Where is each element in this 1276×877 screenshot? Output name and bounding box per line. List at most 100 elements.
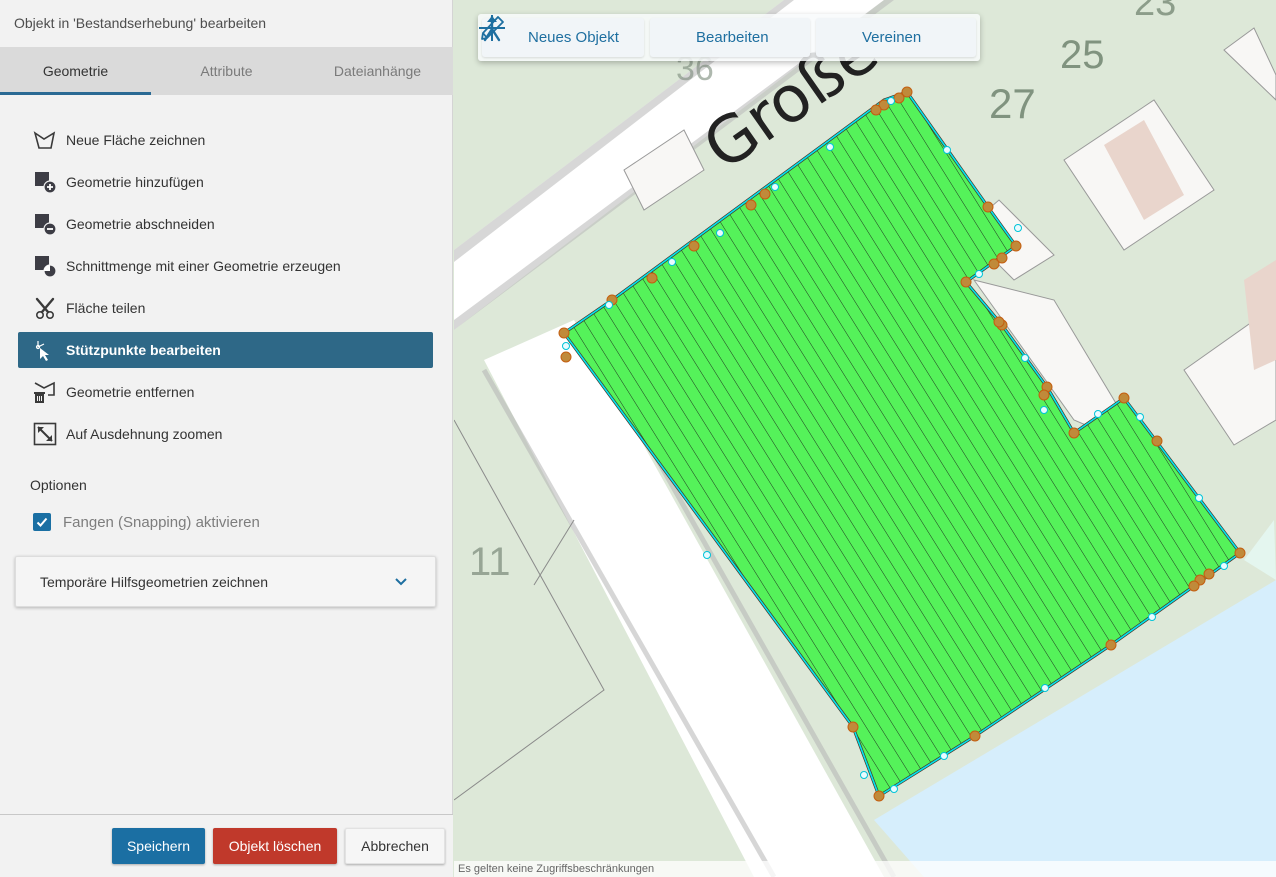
vertex-handle[interactable] [1118,392,1130,404]
midpoint-handle[interactable] [890,785,898,793]
panel-title: Objekt in 'Bestandserhebung' bearbeiten [14,15,267,31]
new-object-button[interactable]: Neues Objekt [479,15,644,57]
midpoint-handle[interactable] [860,771,868,779]
vertex-handle[interactable] [1188,580,1200,592]
midpoint-handle[interactable] [668,258,676,266]
map-edit-toolbar: Neues Objekt Bearbeiten Vereinen [478,14,980,61]
house-number: 11 [469,540,511,584]
vertex-handle[interactable] [870,104,882,116]
midpoint-handle[interactable] [826,143,834,151]
midpoint-handle[interactable] [1021,354,1029,362]
access-status-bar: Es gelten keine Zugriffsbeschränkungen [454,861,1276,877]
midpoint-handle[interactable] [703,551,711,559]
cancel-button[interactable]: Abbrechen [345,828,445,864]
helper-geometries-accordion[interactable]: Temporäre Hilfsgeometrien zeichnen [15,556,436,607]
vertex-handle[interactable] [1038,389,1050,401]
vertex-handle[interactable] [646,272,658,284]
midpoint-handle[interactable] [716,229,724,237]
vertex-handle[interactable] [558,327,570,339]
tool-label: Geometrie abschneiden [66,216,215,232]
tool-label: Stützpunkte bearbeiten [66,342,221,358]
map-canvas[interactable]: 36 25 27 23 11 Große [454,0,1276,877]
remove-geometry-icon [32,379,58,405]
midpoint-handle[interactable] [1195,494,1203,502]
midpoint-handle[interactable] [1014,224,1022,232]
tool-label: Geometrie hinzufügen [66,174,204,190]
tool-intersect-geometry[interactable]: Schnittmenge mit einer Geometrie erzeuge… [18,248,433,284]
vertex-handle[interactable] [1105,639,1117,651]
tool-label: Neue Fläche zeichnen [66,132,206,148]
zoom-extent-icon [32,421,58,447]
midpoint-handle[interactable] [975,270,983,278]
vertex-handle[interactable] [1010,240,1022,252]
save-button[interactable]: Speichern [112,828,205,864]
add-geometry-icon [32,169,58,195]
midpoint-handle[interactable] [887,97,895,105]
vertex-handle[interactable] [560,351,572,363]
tool-draw-polygon[interactable]: Neue Fläche zeichnen [18,122,433,158]
map-view[interactable]: 36 25 27 23 11 Große Neues Objekt Bearbe… [454,0,1276,877]
midpoint-handle[interactable] [1220,562,1228,570]
midpoint-handle[interactable] [1041,684,1049,692]
tool-label: Schnittmenge mit einer Geometrie erzeuge… [66,258,341,274]
house-number: 25 [1060,33,1105,77]
merge-icon [483,15,854,53]
edit-button[interactable]: Bearbeiten [481,16,810,57]
midpoint-handle[interactable] [1148,613,1156,621]
subtract-geometry-icon [32,211,58,237]
tool-zoom-extent[interactable]: Auf Ausdehnung zoomen [18,416,433,452]
draw-polygon-icon [32,127,58,153]
vertex-handle[interactable] [688,240,700,252]
tool-label: Fläche teilen [66,300,146,316]
midpoint-handle[interactable] [940,752,948,760]
house-number: 23 [1134,0,1176,24]
tool-subtract-geometry[interactable]: Geometrie abschneiden [18,206,433,242]
house-number: 27 [989,80,1036,127]
tab-dateianhaenge[interactable]: Dateianhänge [302,47,453,95]
tab-attribute[interactable]: Attribute [151,47,302,95]
vertex-handle[interactable] [759,188,771,200]
vertex-handle[interactable] [1068,427,1080,439]
snapping-checkbox[interactable] [33,513,51,531]
chevron-down-icon [381,577,421,587]
vertex-handle[interactable] [1203,568,1215,580]
tool-add-geometry[interactable]: Geometrie hinzufügen [18,164,433,200]
intersect-geometry-icon [32,253,58,279]
midpoint-handle[interactable] [1136,413,1144,421]
edit-panel: Objekt in 'Bestandserhebung' bearbeiten … [0,0,453,877]
midpoint-handle[interactable] [1094,410,1102,418]
vertex-handle[interactable] [993,316,1005,328]
vertex-handle[interactable] [982,201,994,213]
tab-bar: Geometrie Attribute Dateianhänge [0,47,453,95]
vertex-handle[interactable] [745,199,757,211]
app-root: Objekt in 'Bestandserhebung' bearbeiten … [0,0,1276,877]
vertex-handle[interactable] [969,730,981,742]
edit-vertices-icon [32,337,58,363]
delete-object-button[interactable]: Objekt löschen [213,828,337,864]
midpoint-handle[interactable] [1040,406,1048,414]
merge-label: Vereinen [862,29,922,46]
midpoint-handle[interactable] [771,183,779,191]
midpoint-handle[interactable] [562,342,570,350]
scissors-icon [32,295,58,321]
vertex-handle[interactable] [1151,435,1163,447]
vertex-handle[interactable] [893,92,905,104]
tab-geometrie[interactable]: Geometrie [0,47,151,95]
panel-footer: Speichern Objekt löschen Abbrechen [0,814,453,877]
tool-label: Geometrie entfernen [66,384,195,400]
tool-remove-geometry[interactable]: Geometrie entfernen [18,374,433,410]
checkmark-icon [36,517,48,527]
midpoint-handle[interactable] [943,146,951,154]
vertex-handle[interactable] [960,276,972,288]
vertex-handle[interactable] [847,721,859,733]
snapping-checkbox-row[interactable]: Fangen (Snapping) aktivieren [33,513,260,531]
vertex-handle[interactable] [1234,547,1246,559]
merge-button[interactable]: Vereinen [483,15,976,57]
options-heading: Optionen [30,477,87,493]
geometry-tools-list: Neue Fläche zeichnen Geometrie hinzufüge… [18,122,433,458]
tool-split-area[interactable]: Fläche teilen [18,290,433,326]
vertex-handle[interactable] [873,790,885,802]
vertex-handle[interactable] [988,258,1000,270]
midpoint-handle[interactable] [605,301,613,309]
tool-edit-vertices[interactable]: Stützpunkte bearbeiten [18,332,433,368]
